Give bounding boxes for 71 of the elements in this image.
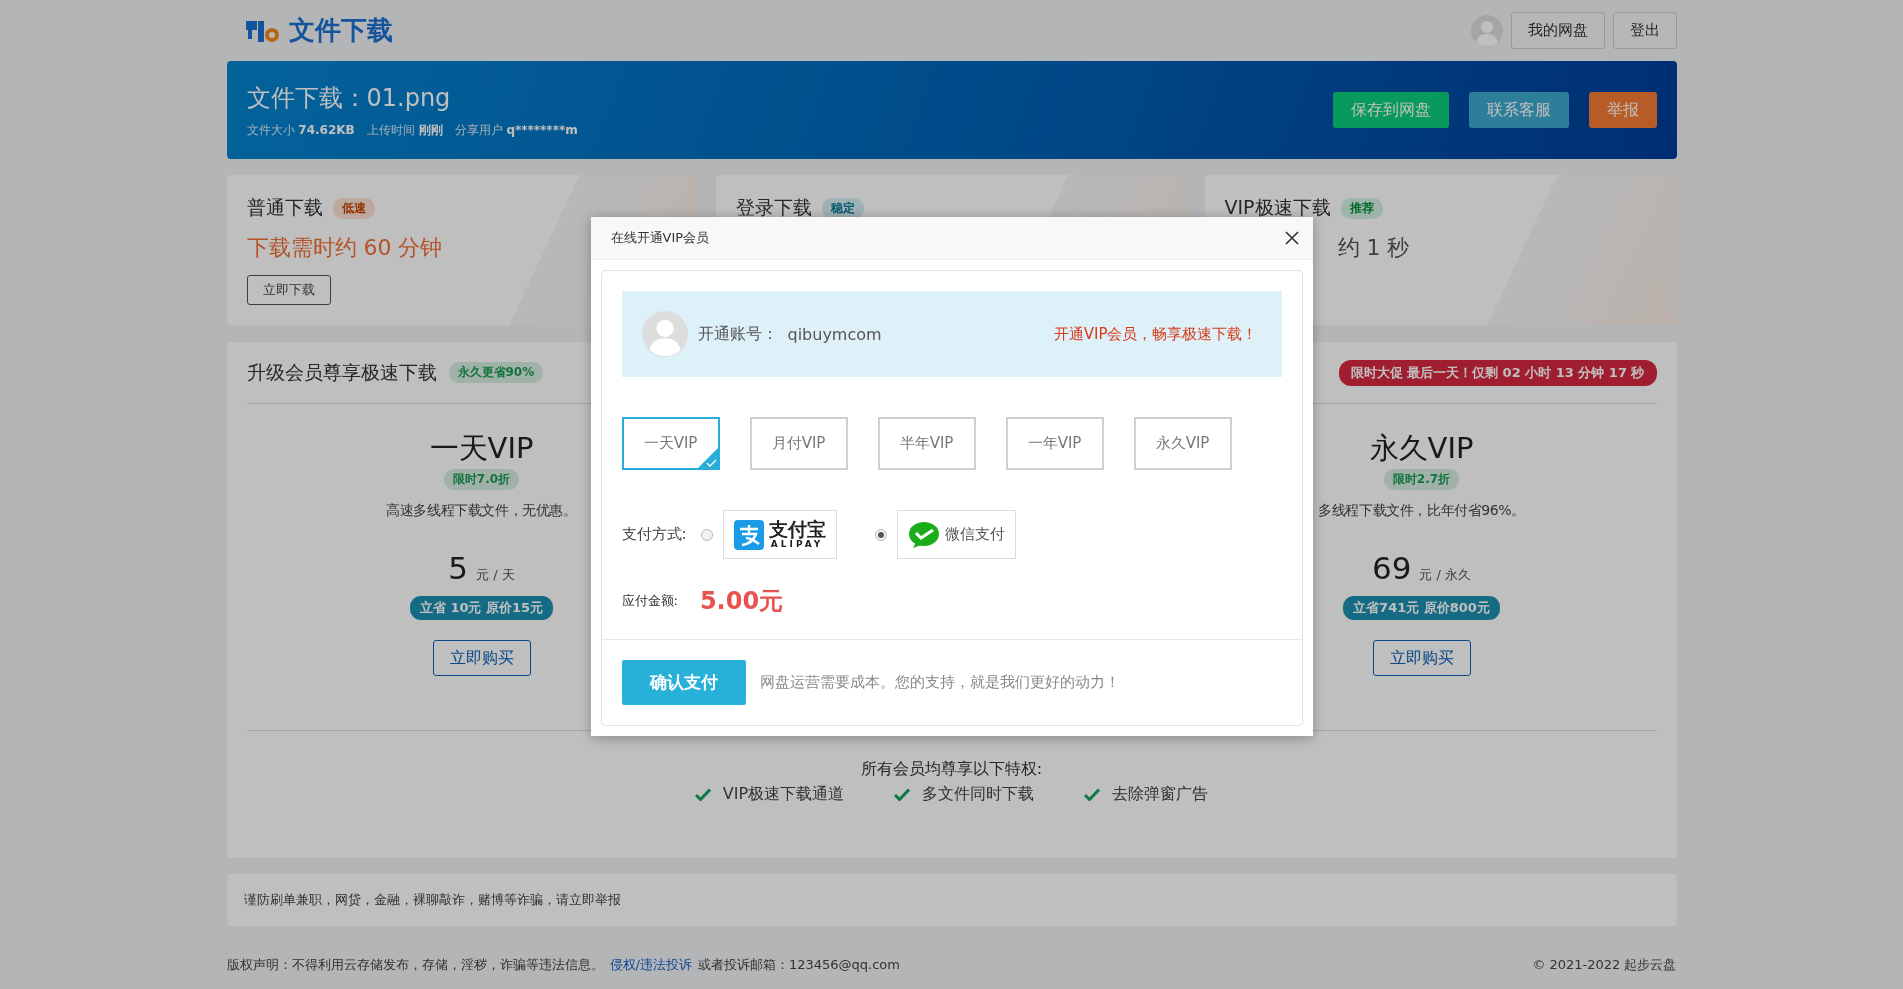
dialog-title: 在线开通VIP会员 <box>610 229 710 247</box>
plan-name: 永久VIP <box>1369 430 1474 467</box>
header-button[interactable]: 登出 <box>1612 12 1677 49</box>
plan-option[interactable]: 一天VIP <box>621 417 720 470</box>
saving-badge: 立省741元 原价800元 <box>1343 596 1500 620</box>
logo-text: 文件下载 <box>288 14 393 47</box>
payment-label: 支付方式: <box>621 525 687 544</box>
avatar-icon <box>641 311 688 357</box>
plan-name: 一天VIP <box>429 430 534 467</box>
plan-option[interactable]: 永久VIP <box>1133 417 1232 470</box>
download-button[interactable]: 立即下载 <box>246 275 331 305</box>
account-name: qibuymcom <box>787 324 882 344</box>
card-title: VIP极速下载 <box>1224 195 1331 220</box>
card-title: 普通下载 <box>246 195 323 220</box>
wechat-icon <box>907 520 940 549</box>
copyright-text: © 2021-2022 起步云盘 <box>1532 956 1677 974</box>
payment-option[interactable]: 微信支付 <box>896 510 1016 559</box>
close-button[interactable] <box>1282 229 1301 247</box>
report-link[interactable]: 侵权/违法投诉 <box>609 956 692 974</box>
alipay-subtitle: ALIPAY <box>770 539 824 549</box>
amount-value: 5.00元 <box>699 586 784 617</box>
speed-badge: 低速 <box>332 197 375 219</box>
payment-radio[interactable] <box>874 528 887 541</box>
account-label: 开通账号： <box>697 323 778 345</box>
check-icon <box>694 788 711 801</box>
check-icon <box>1084 788 1101 801</box>
saving-badge: 立省 10元 原价15元 <box>409 596 554 620</box>
alipay-icon <box>733 519 764 550</box>
plan-price: 69 <box>1371 550 1412 586</box>
selected-check-icon <box>696 447 718 468</box>
speed-badge: 推荐 <box>1340 197 1383 219</box>
action-button[interactable]: 联系客服 <box>1468 92 1569 128</box>
promo-badge: 限时大促 最后一天！仅剩 02 小时 13 分钟 17 秒 <box>1338 359 1657 386</box>
check-icon <box>894 788 911 801</box>
perk-text: VIP极速下载通道 <box>722 784 845 805</box>
download-time: 下载需时约 60 分钟 <box>246 234 443 262</box>
plan-option[interactable]: 一年VIP <box>1005 417 1104 470</box>
card-title: 登录下载 <box>735 195 812 220</box>
upgrade-title: 升级会员尊享极速下载 <box>246 359 437 385</box>
plan-option[interactable]: 月付VIP <box>749 417 848 470</box>
notice-text: 谨防刷单兼职，网贷，金融，裸聊敲诈，赌博等诈骗，请立即举报 <box>243 891 621 909</box>
plan-description: 多线程下载文件，比年付省96%。 <box>1318 502 1525 520</box>
wechat-name: 微信支付 <box>944 525 1005 544</box>
buy-button[interactable]: 立即购买 <box>432 640 531 676</box>
download-time: 约 1 秒 <box>1337 234 1410 262</box>
perk-text: 多文件同时下载 <box>922 784 1035 805</box>
support-note: 网盘运营需要成本。您的支持，就是我们更好的动力！ <box>759 673 1120 692</box>
action-button[interactable]: 举报 <box>1588 92 1657 128</box>
vip-slogan: 开通VIP会员，畅享极速下载！ <box>1053 324 1258 344</box>
payment-option[interactable]: 支付宝 ALIPAY <box>722 510 837 559</box>
plan-description: 高速多线程下载文件，无优惠。 <box>386 502 577 520</box>
buy-button[interactable]: 立即购买 <box>1372 640 1471 676</box>
file-meta: 分享用户 q********m <box>454 121 578 139</box>
copyright-statement: 版权声明：不得利用云存储发布，存储，淫秽，诈骗等违法信息。 <box>226 956 604 974</box>
file-title: 文件下载：01.png <box>246 82 452 114</box>
speed-badge: 稳定 <box>821 197 864 219</box>
perk-text: 去除弹窗广告 <box>1112 784 1209 805</box>
plan-option[interactable]: 半年VIP <box>877 417 976 470</box>
payment-radio[interactable] <box>700 528 713 541</box>
avatar-icon <box>1470 14 1503 47</box>
confirm-button[interactable]: 确认支付 <box>621 660 746 705</box>
price-unit: 元 / 天 <box>476 566 515 584</box>
perks-title: 所有会员均尊享以下特权: <box>860 759 1043 780</box>
price-unit: 元 / 永久 <box>1419 566 1472 584</box>
report-email: 或者投诉邮箱：123456@qq.com <box>697 956 900 974</box>
header-button[interactable]: 我的网盘 <box>1510 12 1605 49</box>
amount-label: 应付金额: <box>621 592 678 610</box>
plan-price: 5 <box>448 550 469 586</box>
alipay-name: 支付宝 <box>768 520 826 539</box>
file-meta: 文件大小 74.62KB <box>246 121 355 139</box>
file-meta: 上传时间 刚刚 <box>366 121 443 139</box>
